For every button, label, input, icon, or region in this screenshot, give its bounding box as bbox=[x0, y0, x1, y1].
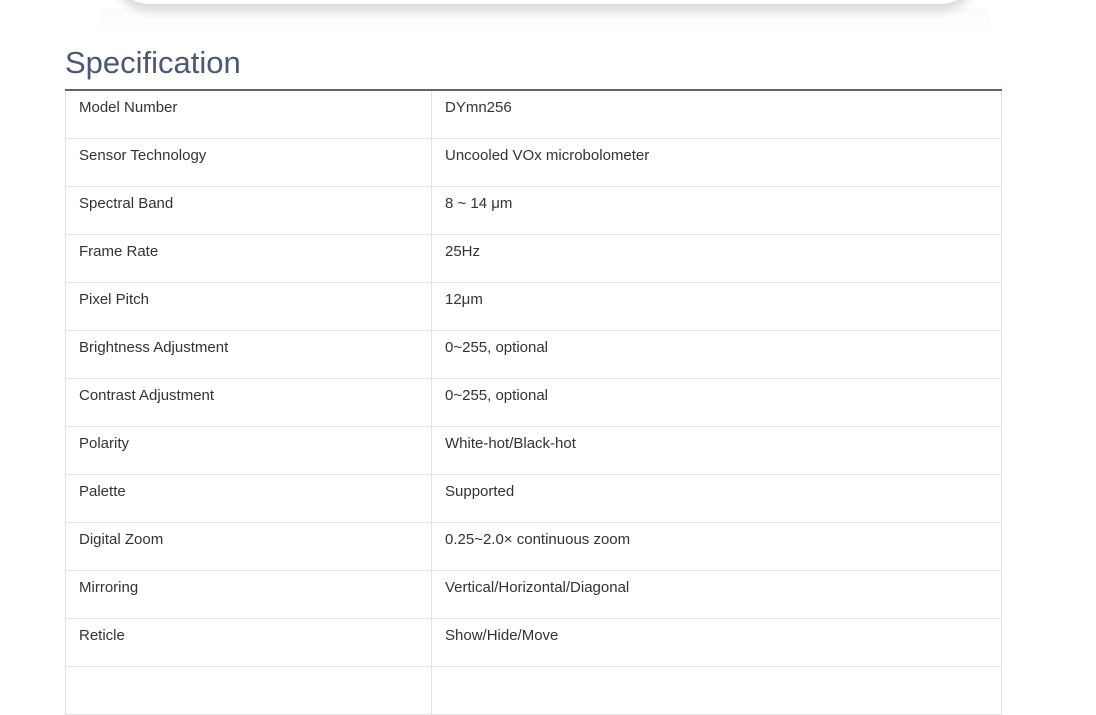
spec-value: Uncooled VOx microbolometer bbox=[431, 138, 1002, 187]
spec-value: Show/Hide/Move bbox=[431, 618, 1002, 667]
spec-table: Model Number DYmn256 Sensor Technology Unco… bbox=[65, 91, 1002, 715]
spec-value: Vertical/Horizontal/Diagonal bbox=[431, 570, 1002, 619]
spec-label: Frame Rate bbox=[65, 234, 432, 283]
spec-label: Digital Zoom bbox=[65, 522, 432, 571]
spec-label bbox=[65, 666, 432, 715]
spec-row: Model Number DYmn256 bbox=[65, 91, 1002, 139]
spec-row: Pixel Pitch 12μm bbox=[65, 282, 1002, 331]
spec-row: Spectral Band 8 ~ 14 μm bbox=[65, 186, 1002, 235]
spec-row: Digital Zoom 0.25~2.0× continuous zoom bbox=[65, 522, 1002, 571]
spec-label: Sensor Technology bbox=[65, 138, 432, 187]
top-image-card-edge bbox=[100, 0, 990, 36]
spec-row: Brightness Adjustment 0~255, optional bbox=[65, 330, 1002, 379]
spec-value: 0~255, optional bbox=[431, 378, 1002, 427]
spec-row: Sensor Technology Uncooled VOx microbolom… bbox=[65, 138, 1002, 187]
spec-label: Pixel Pitch bbox=[65, 282, 432, 331]
spec-value: White-hot/Black-hot bbox=[431, 426, 1002, 475]
spec-label: Model Number bbox=[65, 91, 432, 139]
spec-value: 8 ~ 14 μm bbox=[431, 186, 1002, 235]
spec-row: Frame Rate 25Hz bbox=[65, 234, 1002, 283]
spec-table-body: Model Number DYmn256 Sensor Technology Unco… bbox=[65, 91, 1002, 715]
spec-value bbox=[431, 666, 1002, 715]
section-title: Specification bbox=[65, 45, 241, 80]
spec-label: Brightness Adjustment bbox=[65, 330, 432, 379]
spec-row: Palette Supported bbox=[65, 474, 1002, 523]
spec-label: Spectral Band bbox=[65, 186, 432, 235]
spec-value: 25Hz bbox=[431, 234, 1002, 283]
spec-row: Reticle Show/Hide/Move bbox=[65, 618, 1002, 667]
image-card-bottom bbox=[110, 0, 980, 4]
card-shadow-fade bbox=[100, 8, 990, 36]
spec-row: Mirroring Vertical/Horizontal/Diagonal bbox=[65, 570, 1002, 619]
spec-label: Contrast Adjustment bbox=[65, 378, 432, 427]
spec-value: Supported bbox=[431, 474, 1002, 523]
spec-value: 12μm bbox=[431, 282, 1002, 331]
spec-row: Polarity White-hot/Black-hot bbox=[65, 426, 1002, 475]
spec-label: Mirroring bbox=[65, 570, 432, 619]
spec-label: Palette bbox=[65, 474, 432, 523]
spec-row bbox=[65, 666, 1002, 715]
spec-label: Polarity bbox=[65, 426, 432, 475]
spec-value: 0~255, optional bbox=[431, 330, 1002, 379]
spec-value: 0.25~2.0× continuous zoom bbox=[431, 522, 1002, 571]
spec-row: Contrast Adjustment 0~255, optional bbox=[65, 378, 1002, 427]
spec-value: DYmn256 bbox=[431, 91, 1002, 139]
spec-label: Reticle bbox=[65, 618, 432, 667]
